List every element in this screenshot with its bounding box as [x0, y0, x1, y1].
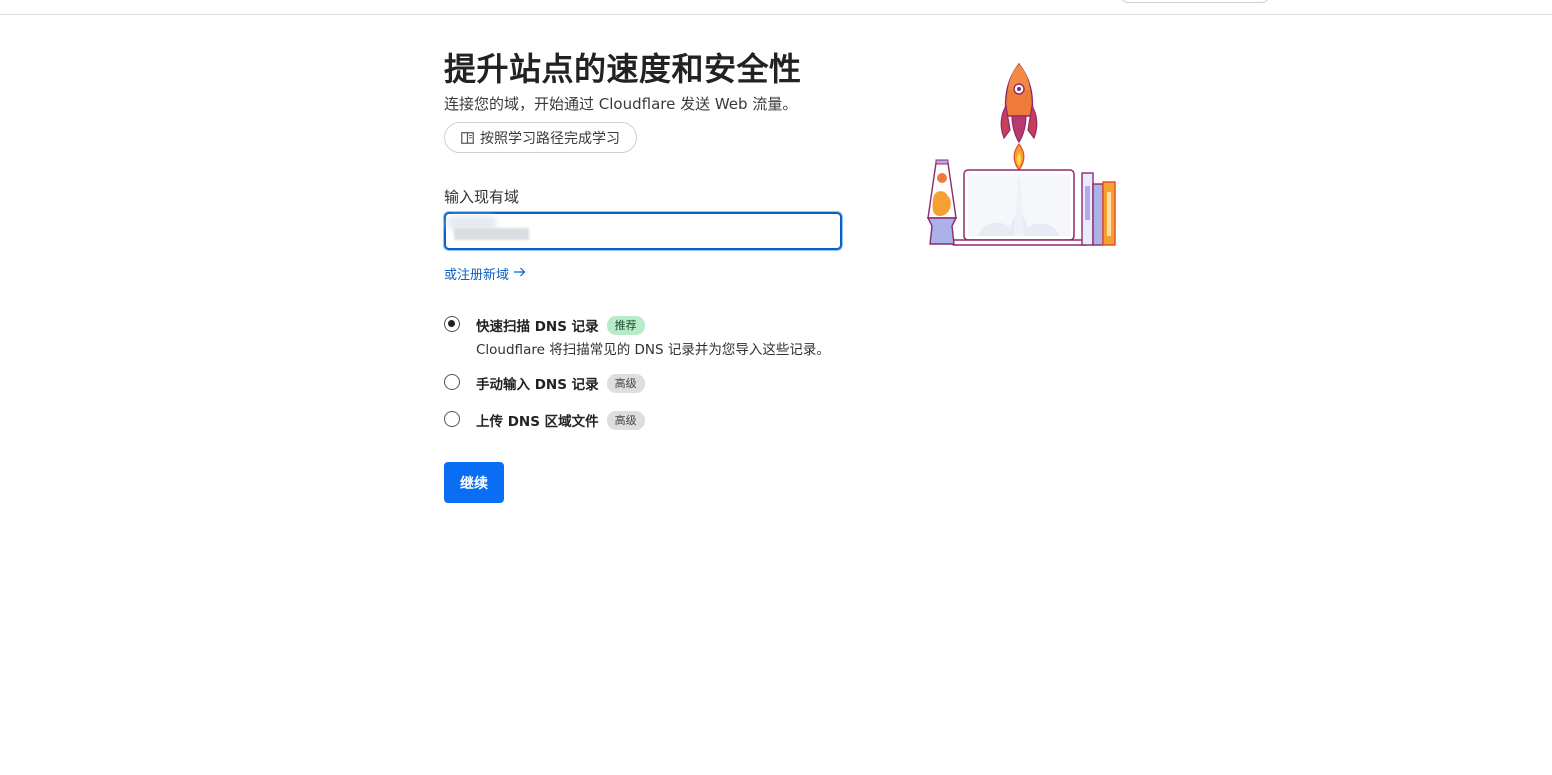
- page-title: 提升站点的速度和安全性: [444, 50, 802, 88]
- rocket-icon: [1000, 62, 1038, 172]
- dns-option-quick-scan[interactable]: 快速扫描 DNS 记录 推荐 Cloudflare 将扫描常见的 DNS 记录并…: [444, 315, 830, 358]
- books-icon: [1081, 172, 1116, 246]
- continue-button[interactable]: 继续: [444, 462, 504, 503]
- option-title: 快速扫描 DNS 记录: [476, 319, 599, 335]
- page-subtitle: 连接您的域，开始通过 Cloudflare 发送 Web 流量。: [444, 95, 798, 113]
- learning-path-button[interactable]: 按照学习路径完成学习: [444, 122, 637, 153]
- option-title: 上传 DNS 区域文件: [476, 414, 599, 430]
- top-bar-control[interactable]: [1120, 0, 1270, 3]
- onboarding-panel: 提升站点的速度和安全性 连接您的域，开始通过 Cloudflare 发送 Web…: [444, 48, 864, 503]
- dns-option-upload-zone-file[interactable]: 上传 DNS 区域文件 高级: [444, 410, 645, 430]
- arrow-right-icon: [513, 266, 526, 281]
- lava-lamp-icon: [926, 159, 958, 245]
- domain-field-label: 输入现有域: [444, 188, 520, 206]
- rocket-laptop-illustration: [924, 60, 1120, 250]
- top-bar: [0, 0, 1552, 15]
- register-new-domain-link[interactable]: 或注册新域: [444, 264, 526, 283]
- redacted-domain: [454, 228, 529, 240]
- option-title: 手动输入 DNS 记录: [476, 377, 599, 393]
- option-description: Cloudflare 将扫描常见的 DNS 记录并为您导入这些记录。: [476, 342, 830, 358]
- register-link-label: 或注册新域: [444, 268, 510, 283]
- badge-advanced: 高级: [606, 373, 645, 393]
- radio-manual[interactable]: [444, 374, 460, 390]
- radio-quick-scan[interactable]: [444, 316, 460, 332]
- laptop-icon: [951, 169, 1089, 246]
- badge-recommended: 推荐: [606, 315, 645, 335]
- radio-upload-zone-file[interactable]: [444, 411, 460, 427]
- book-icon: [461, 131, 474, 144]
- dns-option-manual[interactable]: 手动输入 DNS 记录 高级: [444, 373, 645, 393]
- learning-path-label: 按照学习路径完成学习: [480, 129, 620, 146]
- badge-advanced: 高级: [606, 410, 645, 430]
